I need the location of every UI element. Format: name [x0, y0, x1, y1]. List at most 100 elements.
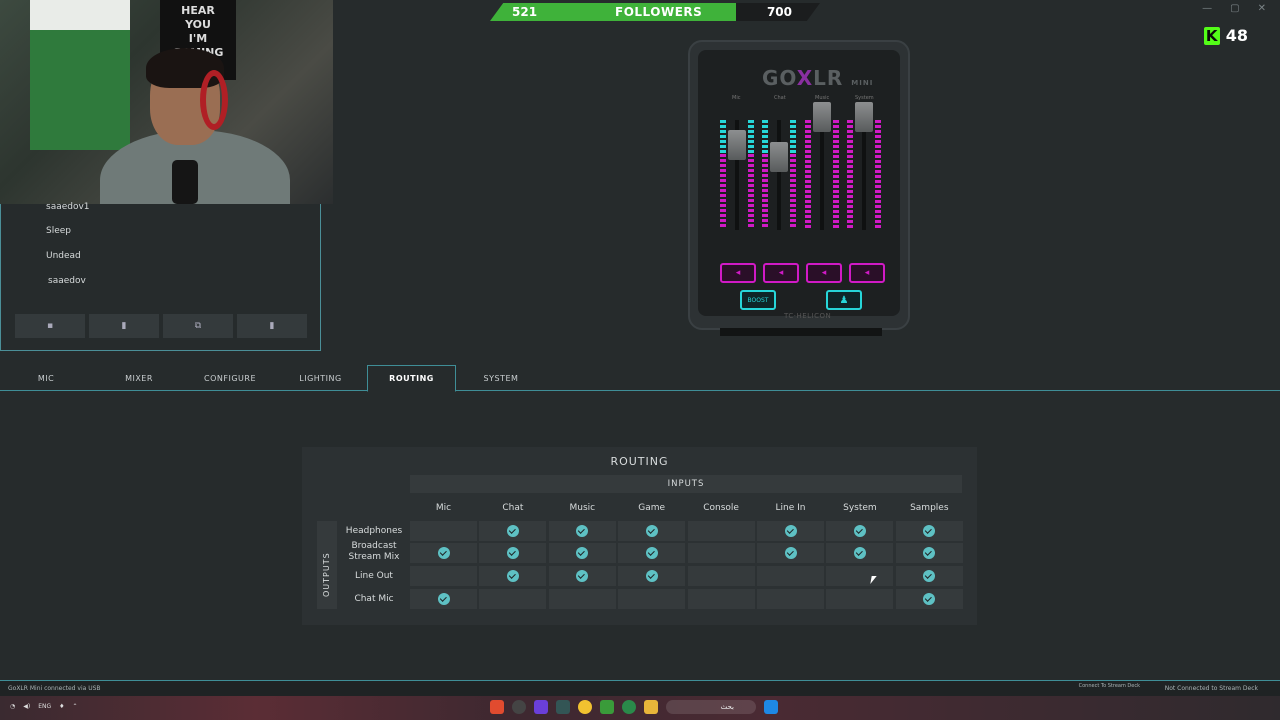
- save-icon: ▪: [46, 321, 54, 331]
- profile-item[interactable]: Undead: [46, 251, 81, 261]
- routing-cell[interactable]: [757, 589, 824, 609]
- stream-deck-connect[interactable]: Connect To Stream Deck: [1079, 683, 1140, 689]
- profile-item[interactable]: saaedov: [48, 276, 86, 286]
- routing-cell[interactable]: [895, 521, 963, 541]
- routing-cell[interactable]: [687, 566, 755, 586]
- speaker-icon: ◂: [778, 268, 784, 278]
- save-profile-button[interactable]: ▪: [15, 314, 85, 338]
- routing-cell[interactable]: [548, 566, 616, 586]
- output-row-header: Line Out: [355, 571, 393, 581]
- routing-cell[interactable]: [410, 589, 477, 609]
- routing-cell[interactable]: [826, 543, 894, 563]
- mute-button-mic[interactable]: ◂: [720, 263, 756, 283]
- level-meter: [875, 120, 881, 228]
- routing-cell[interactable]: [479, 521, 547, 541]
- routing-cell[interactable]: [618, 521, 686, 541]
- routing-cell[interactable]: [757, 521, 824, 541]
- fader-track: [862, 120, 866, 230]
- close-icon[interactable]: ✕: [1258, 3, 1266, 14]
- routing-cell[interactable]: [895, 566, 963, 586]
- routing-cell[interactable]: [618, 543, 686, 563]
- goxlr-mini-device: GOXLR MINI Mic Chat Music System ◂ ◂ ◂ ◂…: [688, 40, 910, 336]
- chrome-icon[interactable]: [578, 700, 592, 714]
- kick-logo-icon: K: [1203, 26, 1220, 45]
- routing-panel: ROUTING INPUTS OUTPUTS Mic Chat Music Game C…: [302, 447, 977, 625]
- tab-mixer[interactable]: MIXER: [92, 365, 186, 391]
- check-icon: [923, 547, 936, 559]
- fader-music[interactable]: [813, 102, 831, 132]
- copy-profile-button[interactable]: ⧉: [163, 314, 233, 338]
- file-icon: ▮: [121, 321, 127, 331]
- routing-cell[interactable]: [548, 521, 616, 541]
- input-column-header: Game: [638, 503, 666, 513]
- boost-button[interactable]: BOOST: [740, 290, 776, 310]
- tab-lighting[interactable]: LIGHTING: [274, 365, 367, 391]
- outputs-header: OUTPUTS: [317, 521, 337, 609]
- channel-label-chat: Chat: [774, 95, 786, 101]
- level-meter: [790, 120, 796, 228]
- fader-mic[interactable]: [728, 130, 746, 160]
- app-icon[interactable]: [556, 700, 570, 714]
- routing-cell[interactable]: [895, 589, 963, 609]
- routing-cell[interactable]: [479, 543, 547, 563]
- routing-cell[interactable]: [757, 566, 824, 586]
- check-icon: [506, 570, 519, 582]
- cough-button[interactable]: ♟: [826, 290, 862, 310]
- maximize-icon[interactable]: ▢: [1230, 3, 1239, 14]
- profile-item[interactable]: saaedov1: [46, 202, 90, 212]
- routing-cell[interactable]: [826, 589, 894, 609]
- tab-routing[interactable]: ROUTING: [367, 365, 456, 392]
- routing-cell[interactable]: [757, 543, 824, 563]
- speaker-icon: ◂: [864, 268, 870, 278]
- mute-button-chat[interactable]: ◂: [763, 263, 799, 283]
- tab-configure[interactable]: CONFIGURE: [186, 365, 274, 391]
- network-icon[interactable]: ◔: [10, 703, 15, 710]
- mute-button-music[interactable]: ◂: [806, 263, 842, 283]
- routing-cell[interactable]: [895, 543, 963, 563]
- xbox-icon[interactable]: [600, 700, 614, 714]
- routing-cell[interactable]: [479, 566, 547, 586]
- microphone-object: [172, 160, 198, 204]
- profile-item[interactable]: Sleep: [46, 226, 71, 236]
- routing-cell[interactable]: [618, 566, 686, 586]
- routing-cell[interactable]: [826, 566, 894, 586]
- routing-cell[interactable]: [548, 543, 616, 563]
- app-icon[interactable]: [622, 700, 636, 714]
- app-icon[interactable]: [534, 700, 548, 714]
- routing-cell[interactable]: [687, 521, 755, 541]
- channel-label-system: System: [855, 95, 874, 101]
- mute-button-system[interactable]: ◂: [849, 263, 885, 283]
- tab-mic[interactable]: MIC: [0, 365, 92, 391]
- windows-start-icon[interactable]: [764, 700, 778, 714]
- taskbar-search[interactable]: بحث: [666, 700, 756, 714]
- language-indicator[interactable]: ENG: [38, 703, 51, 710]
- volume-icon[interactable]: ◀): [23, 703, 30, 710]
- routing-cell[interactable]: [548, 589, 616, 609]
- delete-profile-button[interactable]: ▮: [237, 314, 307, 338]
- mic-icon[interactable]: ♦: [59, 703, 64, 710]
- routing-cell[interactable]: [410, 521, 477, 541]
- obs-icon[interactable]: [512, 700, 526, 714]
- routing-cell[interactable]: [410, 566, 477, 586]
- routing-cell[interactable]: [687, 543, 755, 563]
- file-explorer-icon[interactable]: [644, 700, 658, 714]
- brave-icon[interactable]: [490, 700, 504, 714]
- routing-cell[interactable]: [410, 543, 477, 563]
- routing-cell[interactable]: [687, 589, 755, 609]
- fader-system[interactable]: [855, 102, 873, 132]
- input-column-header: Console: [703, 503, 739, 513]
- speaker-icon: ◂: [821, 268, 827, 278]
- new-profile-button[interactable]: ▮: [89, 314, 159, 338]
- check-icon: [437, 547, 450, 559]
- minimize-icon[interactable]: —: [1202, 3, 1212, 14]
- routing-cell[interactable]: [618, 589, 686, 609]
- input-column-header: Line In: [775, 503, 806, 513]
- input-column-header: Mic: [435, 503, 452, 513]
- trash-icon: ▮: [269, 321, 275, 331]
- chevron-up-icon[interactable]: ⌃: [73, 703, 78, 710]
- fader-chat[interactable]: [770, 142, 788, 172]
- check-icon: [437, 593, 450, 605]
- tab-system[interactable]: SYSTEM: [456, 365, 546, 391]
- routing-cell[interactable]: [479, 589, 547, 609]
- routing-cell[interactable]: [826, 521, 894, 541]
